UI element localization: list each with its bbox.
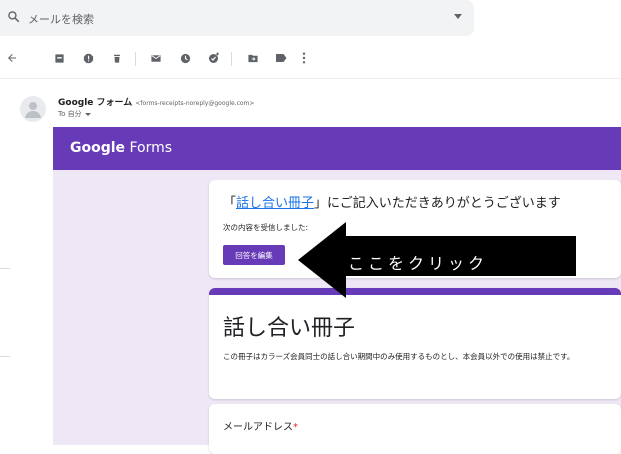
search-input[interactable]: メールを検索: [28, 11, 94, 27]
email-question-label: メールアドレス*: [223, 422, 298, 433]
callout-box: ここをクリック: [340, 236, 576, 276]
callout-text: ここをクリック: [348, 254, 489, 273]
sender-email: <forms-receipts-noreply@google.com>: [135, 100, 255, 107]
delete-icon[interactable]: [110, 50, 124, 66]
edit-response-button[interactable]: 回答を編集: [223, 245, 285, 265]
form-title: 話し合い冊子: [223, 316, 356, 341]
message-toolbar: [0, 50, 621, 70]
move-to-icon[interactable]: [246, 50, 260, 66]
archive-icon[interactable]: [52, 50, 66, 66]
sender-name: Google フォーム <forms-receipts-noreply@goog…: [58, 95, 254, 108]
received-text: 次の内容を受信しました:: [223, 223, 309, 232]
sender-display-name: Google フォーム: [58, 98, 133, 108]
search-options-icon[interactable]: [454, 14, 462, 19]
form-title-card: 話し合い冊子 この冊子はカラーズ会員同士の話し合い期間中のみ使用するものとし、本…: [209, 288, 621, 399]
divider: [0, 268, 10, 269]
labels-icon[interactable]: [274, 50, 288, 66]
report-spam-icon[interactable]: [81, 50, 95, 66]
more-vert-icon[interactable]: [299, 50, 309, 66]
toolbar-divider-line: [0, 78, 621, 79]
toolbar-divider: [135, 52, 136, 66]
snooze-icon[interactable]: [178, 50, 192, 66]
recipient-details[interactable]: To 自分: [58, 109, 91, 119]
divider: [0, 356, 10, 357]
back-arrow-icon[interactable]: [4, 50, 20, 66]
avatar[interactable]: [20, 96, 46, 122]
search-icon[interactable]: [7, 10, 20, 23]
chevron-down-icon[interactable]: [84, 112, 91, 116]
email-question-card: メールアドレス*: [209, 404, 621, 454]
toolbar-divider: [231, 52, 232, 66]
recipient-label: To 自分: [58, 110, 82, 118]
thanks-message: 「話し合い冊子」にご記入いただきありがとうございます: [223, 196, 561, 211]
google-forms-logo: Google Forms: [70, 140, 173, 156]
form-link[interactable]: 話し合い冊子: [236, 196, 314, 211]
required-mark: *: [293, 422, 298, 433]
search-bar[interactable]: メールを検索: [0, 0, 474, 36]
add-task-icon[interactable]: [206, 50, 222, 66]
mark-unread-icon[interactable]: [149, 50, 163, 66]
form-description: この冊子はカラーズ会員同士の話し合い期間中のみ使用するものとし、本会員以外での使…: [223, 352, 575, 361]
callout-arrow: [298, 222, 346, 298]
forms-header: Google Forms: [53, 127, 621, 170]
